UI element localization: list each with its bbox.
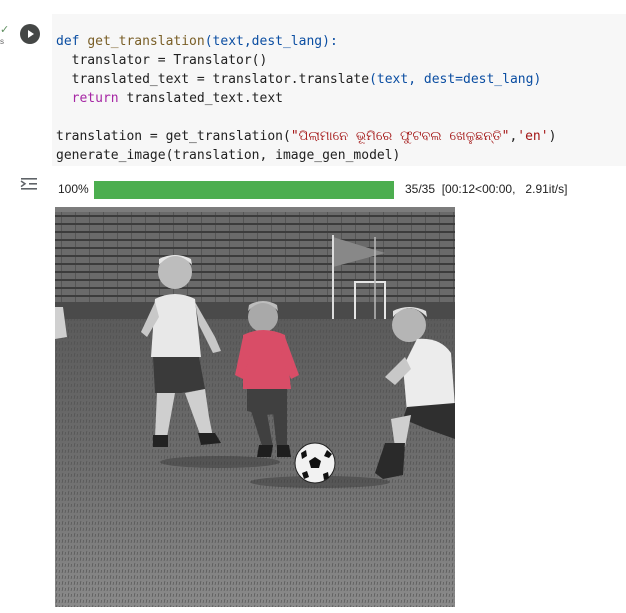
code-keyword-def: def: [56, 34, 88, 49]
progress-stats: 35/35 [00:12<00:00, 2.91it/s]: [405, 182, 568, 196]
code-cell-editor[interactable]: def get_translation(text,dest_lang): tra…: [52, 14, 626, 166]
code-line-6a: translation = get_translation(: [56, 129, 291, 144]
code-line-3b: (text, dest=dest_lang): [369, 72, 542, 87]
run-cell-button[interactable]: [20, 24, 40, 44]
play-circle-icon: [28, 30, 34, 38]
code-text: def get_translation(text,dest_lang): tra…: [56, 32, 556, 165]
code-line-2: translator = Translator(): [56, 53, 268, 68]
code-keyword-return: return: [56, 91, 119, 106]
code-function-args: (text,dest_lang):: [204, 34, 338, 49]
progress-bar: [94, 181, 394, 199]
checkmark-icon: ✓: [0, 23, 10, 36]
progress-percent: 100%: [58, 182, 89, 196]
code-string-en: 'en': [517, 129, 549, 144]
soccer-ball: [294, 442, 336, 484]
code-line-6c: ): [548, 129, 557, 144]
code-line-7: generate_image(translation, image_gen_mo…: [56, 148, 401, 163]
notebook-page: ✓ s def get_translation(text,dest_lang):…: [0, 0, 626, 613]
code-string-odia: "ପିଲାମାନେ ଭୂମିରେ ଫୁଟବଲ ଖେଳୁଛନ୍ତି": [290, 129, 510, 144]
code-function-name: get_translation: [87, 34, 205, 49]
generated-image: [55, 207, 455, 607]
cell-execution-status: ✓ s: [0, 23, 10, 48]
progress-bar-fill: [94, 181, 394, 199]
code-line-4: translated_text.text: [118, 91, 283, 106]
output-toggle-icon[interactable]: [20, 176, 40, 192]
code-line-3a: translated_text = translator.translate: [56, 72, 370, 87]
execution-time: s: [0, 37, 4, 46]
